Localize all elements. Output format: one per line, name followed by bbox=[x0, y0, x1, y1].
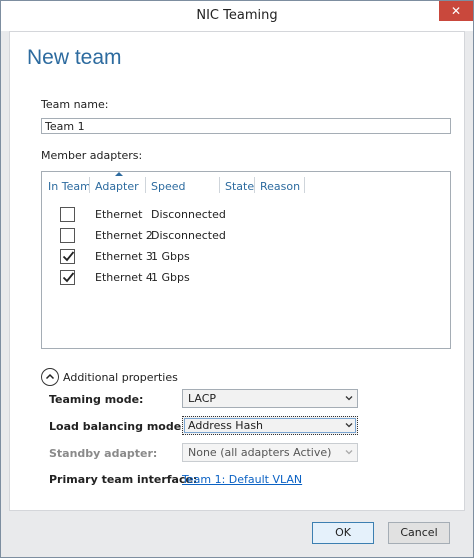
window-title: NIC Teaming bbox=[196, 8, 278, 23]
close-icon: ✕ bbox=[450, 4, 462, 18]
column-header-reason[interactable]: Reason bbox=[260, 180, 300, 193]
teaming-mode-label: Teaming mode: bbox=[49, 393, 144, 406]
chevron-down-icon bbox=[345, 423, 353, 428]
sort-ascending-icon bbox=[115, 172, 123, 176]
primary-team-interface-label: Primary team interface: bbox=[49, 473, 198, 486]
nic-teaming-window: NIC Teaming ✕ New team Team name: Member… bbox=[0, 0, 474, 558]
standby-adapter-label: Standby adapter: bbox=[49, 447, 158, 460]
ok-button[interactable]: OK bbox=[312, 522, 374, 544]
load-balancing-mode-label: Load balancing mode: bbox=[49, 420, 186, 433]
in-team-checkbox[interactable] bbox=[60, 207, 75, 222]
standby-adapter-value: None (all adapters Active) bbox=[188, 446, 332, 459]
checkmark-icon bbox=[62, 272, 75, 283]
cancel-button[interactable]: Cancel bbox=[388, 522, 450, 544]
adapter-name: Ethernet 2 bbox=[95, 229, 153, 242]
chevron-down-icon bbox=[345, 450, 353, 455]
in-team-checkbox[interactable] bbox=[60, 270, 75, 285]
adapter-name: Ethernet 3 bbox=[95, 250, 153, 263]
member-adapters-list[interactable]: In Team Adapter Speed State Reason Ether… bbox=[41, 171, 451, 349]
teaming-mode-value: LACP bbox=[188, 392, 217, 405]
team-name-label: Team name: bbox=[41, 98, 109, 111]
column-separator bbox=[219, 177, 220, 193]
table-row[interactable]: Ethernet 4 1 Gbps bbox=[42, 267, 450, 288]
table-row[interactable]: Ethernet 2 Disconnected bbox=[42, 225, 450, 246]
teaming-mode-select[interactable]: LACP bbox=[182, 389, 358, 408]
table-row[interactable]: Ethernet 3 1 Gbps bbox=[42, 246, 450, 267]
load-balancing-mode-value: Address Hash bbox=[188, 419, 264, 432]
column-separator bbox=[254, 177, 255, 193]
in-team-checkbox[interactable] bbox=[60, 228, 75, 243]
adapter-name: Ethernet 4 bbox=[95, 271, 153, 284]
column-separator bbox=[304, 177, 305, 193]
page-title: New team bbox=[27, 46, 122, 69]
column-separator bbox=[89, 177, 90, 193]
title-bar[interactable]: NIC Teaming ✕ bbox=[1, 1, 473, 31]
in-team-checkbox[interactable] bbox=[60, 249, 75, 264]
dialog-content: New team Team name: Member adapters: In … bbox=[9, 31, 465, 511]
chevron-down-icon bbox=[345, 396, 353, 401]
load-balancing-mode-select[interactable]: Address Hash bbox=[182, 416, 358, 435]
standby-adapter-select: None (all adapters Active) bbox=[182, 443, 358, 462]
adapter-name: Ethernet bbox=[95, 208, 143, 221]
chevron-up-icon bbox=[45, 373, 55, 380]
additional-properties-toggle[interactable] bbox=[41, 368, 59, 386]
checkmark-icon bbox=[62, 251, 75, 262]
team-name-input[interactable] bbox=[41, 118, 451, 134]
primary-team-interface-link[interactable]: Team 1: Default VLAN bbox=[182, 473, 302, 486]
table-row[interactable]: Ethernet Disconnected bbox=[42, 204, 450, 225]
close-button[interactable]: ✕ bbox=[439, 1, 473, 21]
column-separator bbox=[145, 177, 146, 193]
column-header-state[interactable]: State bbox=[225, 180, 254, 193]
adapter-speed: Disconnected bbox=[151, 208, 226, 221]
adapter-speed: Disconnected bbox=[151, 229, 226, 242]
adapter-speed: 1 Gbps bbox=[151, 271, 190, 284]
column-header-speed[interactable]: Speed bbox=[151, 180, 185, 193]
column-header-adapter[interactable]: Adapter bbox=[95, 180, 139, 193]
additional-properties-label[interactable]: Additional properties bbox=[63, 371, 178, 384]
column-header-in-team[interactable]: In Team bbox=[48, 180, 91, 193]
member-adapters-label: Member adapters: bbox=[41, 149, 143, 162]
adapter-speed: 1 Gbps bbox=[151, 250, 190, 263]
